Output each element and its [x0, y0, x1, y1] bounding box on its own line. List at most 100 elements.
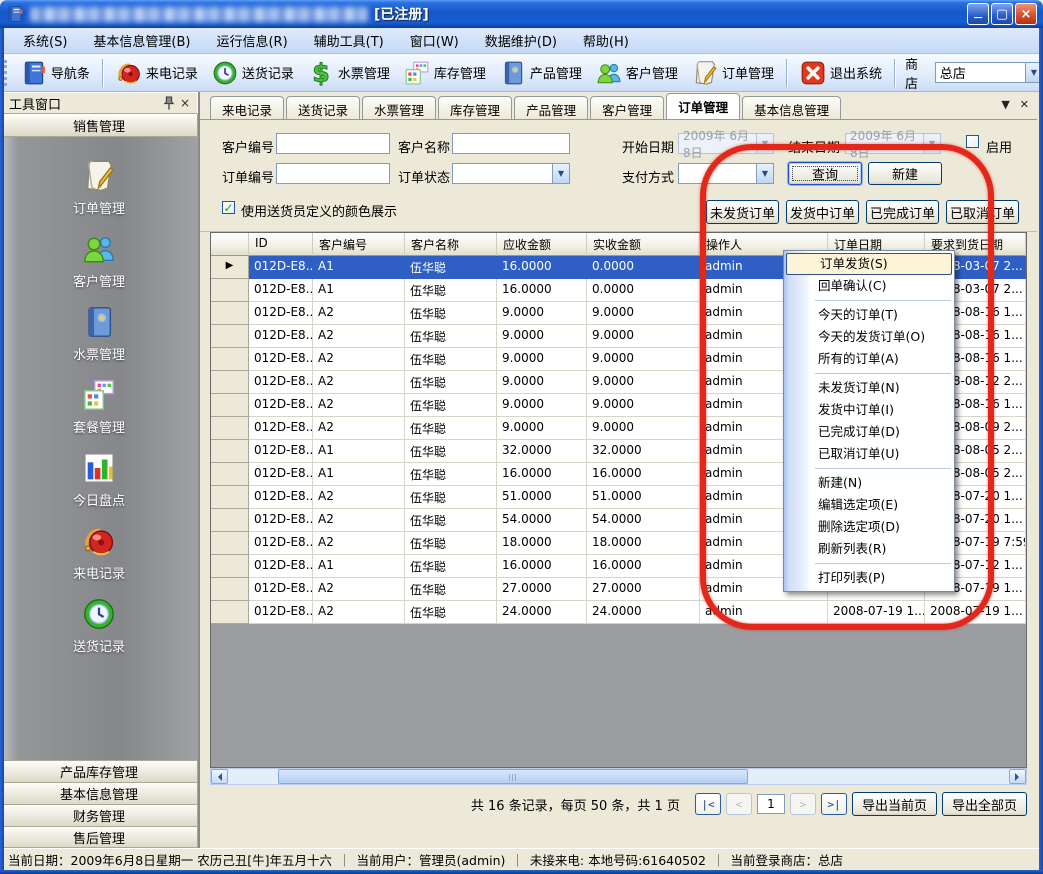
sidebar-item-水票管理[interactable]: 水票管理 — [73, 305, 125, 363]
menu-item-3[interactable]: 辅助工具(T) — [301, 28, 397, 53]
tab-库存管理[interactable]: 库存管理 — [438, 96, 512, 119]
delivery-color-checkbox[interactable]: ✓ — [222, 201, 235, 214]
next-page-button[interactable]: > — [790, 793, 816, 815]
customer-name-input[interactable] — [452, 133, 570, 154]
toolbar-button-来电记录[interactable]: 来电记录 — [109, 57, 205, 89]
export-current-page-button[interactable]: 导出当前页 — [852, 792, 937, 816]
end-date-picker[interactable]: 2009年 6月 8日▼ — [845, 133, 941, 154]
menu-item-6[interactable]: 帮助(H) — [570, 28, 642, 53]
tab-送货记录[interactable]: 送货记录 — [286, 96, 360, 119]
menu-item-0[interactable]: 系统(S) — [10, 28, 80, 53]
context-menu-item-所有的订单(A)[interactable]: 所有的订单(A) — [785, 348, 953, 370]
row-selector-cell[interactable] — [211, 532, 249, 555]
start-date-picker[interactable]: 2009年 6月 8日▼ — [678, 133, 774, 154]
menu-item-2[interactable]: 运行信息(R) — [203, 28, 300, 53]
page-number-input[interactable]: 1 — [757, 794, 785, 814]
context-menu-item-今天的发货订单(O)[interactable]: 今天的发货订单(O) — [785, 326, 953, 348]
sidebar-close-icon[interactable]: × — [177, 95, 193, 111]
sidebar-item-送货记录[interactable]: 送货记录 — [73, 597, 125, 655]
row-selector-cell[interactable] — [211, 601, 249, 624]
scroll-right-arrow-icon[interactable] — [1009, 769, 1026, 784]
tab-产品管理[interactable]: 产品管理 — [514, 96, 588, 119]
context-menu-item-今天的订单(T)[interactable]: 今天的订单(T) — [785, 304, 953, 326]
context-menu-item-打印列表(P)[interactable]: 打印列表(P) — [785, 567, 953, 589]
column-header-ID[interactable]: ID — [249, 233, 313, 256]
row-selector-cell[interactable] — [211, 325, 249, 348]
context-menu-item-未发货订单(N)[interactable]: 未发货订单(N) — [785, 377, 953, 399]
customer-no-input[interactable] — [276, 133, 390, 154]
column-header-selector[interactable] — [211, 233, 249, 256]
context-menu-item-已完成订单(D)[interactable]: 已完成订单(D) — [785, 421, 953, 443]
tab-close-icon[interactable]: ✕ — [1020, 98, 1029, 111]
row-selector-cell[interactable] — [211, 394, 249, 417]
toolbar-button-客户管理[interactable]: 客户管理 — [589, 57, 685, 89]
table-row[interactable]: 012D-E8...A2伍华聪24.000024.0000admin2008-0… — [211, 601, 1026, 624]
toolbar-button-送货记录[interactable]: 送货记录 — [205, 57, 301, 89]
scroll-left-arrow-icon[interactable] — [211, 769, 228, 784]
row-selector-cell[interactable] — [211, 509, 249, 532]
sidebar-group-产品库存管理[interactable]: 产品库存管理 — [0, 760, 198, 782]
column-header-应收金额[interactable]: 应收金额 — [497, 233, 587, 256]
payment-method-select[interactable]: ▼ — [678, 163, 774, 184]
close-button[interactable]: × — [1015, 3, 1037, 25]
toolbar-button-库存管理[interactable]: 库存管理 — [397, 57, 493, 89]
sidebar-group-sales[interactable]: 销售管理 — [0, 114, 198, 137]
row-selector-cell[interactable]: ▶ — [211, 256, 249, 279]
row-selector-cell[interactable] — [211, 348, 249, 371]
last-page-button[interactable]: >| — [821, 793, 847, 815]
column-header-客户名称[interactable]: 客户名称 — [405, 233, 497, 256]
row-selector-cell[interactable] — [211, 486, 249, 509]
status-filter-button-已完成订单[interactable]: 已完成订单 — [866, 200, 939, 224]
row-selector-cell[interactable] — [211, 578, 249, 601]
column-header-客户编号[interactable]: 客户编号 — [313, 233, 405, 256]
toolbar-button-导航条[interactable]: 导航条 — [14, 57, 97, 89]
export-all-pages-button[interactable]: 导出全部页 — [942, 792, 1027, 816]
row-selector-cell[interactable] — [211, 463, 249, 486]
context-menu-item-新建(N)[interactable]: 新建(N) — [785, 472, 953, 494]
sidebar-item-来电记录[interactable]: 来电记录 — [73, 524, 125, 582]
menu-item-5[interactable]: 数据维护(D) — [472, 28, 570, 53]
tab-list-dropdown-icon[interactable]: ▼ — [1001, 98, 1009, 111]
sidebar-item-今日盘点[interactable]: 今日盘点 — [73, 451, 125, 509]
order-status-select[interactable]: ▼ — [452, 163, 570, 184]
row-selector-cell[interactable] — [211, 371, 249, 394]
row-selector-cell[interactable] — [211, 302, 249, 325]
row-selector-cell[interactable] — [211, 279, 249, 302]
toolbar-button-产品管理[interactable]: 产品管理 — [493, 57, 589, 89]
tab-水票管理[interactable]: 水票管理 — [362, 96, 436, 119]
menu-item-4[interactable]: 窗口(W) — [397, 28, 472, 53]
shop-select[interactable]: 总店▼ — [935, 62, 1043, 83]
context-menu-item-删除选定项(D)[interactable]: 删除选定项(D) — [785, 516, 953, 538]
toolbar-button-订单管理[interactable]: 订单管理 — [685, 57, 781, 89]
minimize-button[interactable]: ─ — [967, 3, 989, 25]
context-menu-item-已取消订单(U)[interactable]: 已取消订单(U) — [785, 443, 953, 465]
pin-icon[interactable] — [161, 95, 177, 111]
context-menu-item-刷新列表(R)[interactable]: 刷新列表(R) — [785, 538, 953, 560]
row-selector-cell[interactable] — [211, 417, 249, 440]
tab-订单管理[interactable]: 订单管理 — [666, 93, 740, 119]
context-menu-item-发货中订单(I)[interactable]: 发货中订单(I) — [785, 399, 953, 421]
first-page-button[interactable]: |< — [695, 793, 721, 815]
sidebar-group-财务管理[interactable]: 财务管理 — [0, 804, 198, 826]
row-selector-cell[interactable] — [211, 555, 249, 578]
sidebar-item-订单管理[interactable]: 订单管理 — [73, 159, 125, 217]
enable-date-checkbox[interactable] — [966, 135, 979, 148]
context-menu-item-编辑选定项(E)[interactable]: 编辑选定项(E) — [785, 494, 953, 516]
tab-客户管理[interactable]: 客户管理 — [590, 96, 664, 119]
toolbar-grip[interactable] — [4, 60, 9, 86]
toolbar-button-退出系统[interactable]: 退出系统 — [793, 57, 889, 89]
context-menu-item-订单发货(S)[interactable]: 订单发货(S) — [786, 253, 952, 275]
sidebar-item-套餐管理[interactable]: 套餐管理 — [73, 378, 125, 436]
status-filter-button-已取消订单[interactable]: 已取消订单 — [946, 200, 1019, 224]
query-button[interactable]: 查询 — [788, 162, 862, 185]
new-button[interactable]: 新建 — [868, 162, 942, 185]
column-header-实收金额[interactable]: 实收金额 — [587, 233, 700, 256]
tab-来电记录[interactable]: 来电记录 — [210, 96, 284, 119]
sidebar-group-售后管理[interactable]: 售后管理 — [0, 826, 198, 848]
toolbar-button-水票管理[interactable]: $水票管理 — [301, 57, 397, 89]
sidebar-group-基本信息管理[interactable]: 基本信息管理 — [0, 782, 198, 804]
scrollbar-thumb[interactable] — [278, 769, 748, 784]
row-selector-cell[interactable] — [211, 440, 249, 463]
menu-item-1[interactable]: 基本信息管理(B) — [80, 28, 203, 53]
context-menu-item-回单确认(C)[interactable]: 回单确认(C) — [785, 275, 953, 297]
